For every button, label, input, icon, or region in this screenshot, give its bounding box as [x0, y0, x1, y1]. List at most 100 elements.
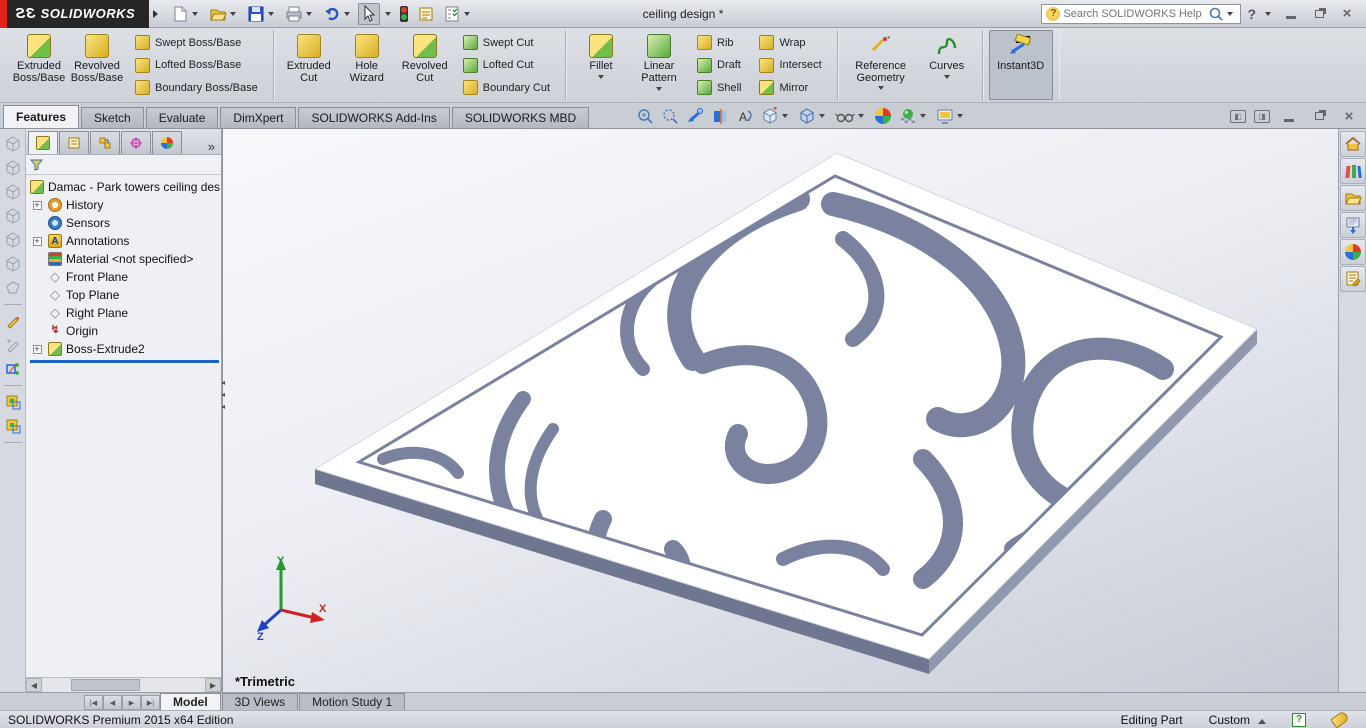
tree-item-right-plane[interactable]: Right Plane	[30, 304, 221, 322]
help-dropdown-caret[interactable]	[1265, 12, 1271, 16]
model-tab[interactable]: Model	[160, 693, 221, 710]
help-search-box[interactable]: ?	[1041, 4, 1241, 24]
tab-solidworks-mbd[interactable]: SOLIDWORKS MBD	[452, 107, 589, 128]
collapse-right-pane-icon[interactable]: ◨	[1254, 110, 1270, 123]
rib-button[interactable]: Rib	[692, 32, 746, 53]
previous-view-button[interactable]	[683, 106, 707, 126]
tree-item-boss-extrude2[interactable]: Boss-Extrude2	[30, 340, 221, 358]
hole-wizard-button[interactable]: Hole Wizard	[338, 30, 396, 100]
expand-icon[interactable]	[33, 345, 42, 354]
doc-restore-button[interactable]	[1308, 107, 1330, 125]
print-button[interactable]	[282, 3, 318, 25]
lofted-cut-button[interactable]: Lofted Cut	[458, 55, 555, 76]
shell-button[interactable]: Shell	[692, 77, 746, 98]
rebuild-button[interactable]	[396, 3, 412, 25]
units-selector[interactable]: Custom	[1209, 713, 1266, 727]
dropdown-caret[interactable]	[306, 12, 312, 16]
fillet-button[interactable]: Fillet	[572, 30, 630, 100]
view-cube-button-2[interactable]	[2, 157, 24, 179]
display-style-button[interactable]	[795, 106, 831, 126]
options-button[interactable]	[440, 3, 476, 25]
swept-cut-button[interactable]: Swept Cut	[458, 32, 555, 53]
appearances-scenes-button[interactable]	[1340, 239, 1366, 265]
previous-tab-button[interactable]: ◀	[103, 695, 122, 710]
toolbar-expand-arrow-icon[interactable]	[153, 10, 158, 18]
rollback-bar[interactable]	[30, 360, 219, 363]
revolved-boss-base-button[interactable]: Revolved Boss/Base	[68, 30, 126, 100]
search-input[interactable]	[1063, 8, 1208, 20]
zoom-to-area-button[interactable]	[658, 106, 682, 126]
view-settings-caret[interactable]	[957, 114, 963, 118]
convert-entities-button[interactable]	[2, 358, 24, 380]
tree-horizontal-scrollbar[interactable]: ◀ ▶	[26, 677, 221, 692]
tree-item-front-plane[interactable]: Front Plane	[30, 268, 221, 286]
configurationmanager-tab[interactable]	[90, 131, 120, 154]
dropdown-caret[interactable]	[344, 12, 350, 16]
tree-item-origin[interactable]: Origin	[30, 322, 221, 340]
expand-icon[interactable]	[33, 201, 42, 210]
boundary-cut-button[interactable]: Boundary Cut	[458, 77, 555, 98]
view-palette-button[interactable]	[1340, 212, 1366, 238]
doc-close-button[interactable]: ×	[1338, 107, 1360, 125]
revolved-cut-button[interactable]: Revolved Cut	[396, 30, 454, 100]
minimize-button[interactable]	[1280, 5, 1302, 23]
displaymanager-tab[interactable]	[152, 131, 182, 154]
sketch-button[interactable]	[2, 310, 24, 332]
tab-dimxpert[interactable]: DimXpert	[220, 107, 296, 128]
undo-button[interactable]	[320, 3, 356, 25]
tag-icon[interactable]	[1330, 710, 1349, 728]
boss-feature-button-2[interactable]	[2, 415, 24, 437]
zoom-to-fit-button[interactable]	[633, 106, 657, 126]
scroll-left-icon[interactable]: ◀	[26, 678, 42, 692]
help-button[interactable]: ?	[1247, 6, 1256, 22]
tab-evaluate[interactable]: Evaluate	[146, 107, 219, 128]
open-button[interactable]	[206, 3, 242, 25]
edit-appearance-button[interactable]	[871, 106, 895, 126]
file-properties-button[interactable]	[414, 3, 438, 25]
view-settings-button[interactable]	[933, 106, 969, 126]
featuremanager-tab[interactable]	[28, 131, 58, 154]
extruded-cut-button[interactable]: Extruded Cut	[280, 30, 338, 100]
boss-feature-button-1[interactable]	[2, 391, 24, 413]
first-tab-button[interactable]: |◀	[84, 695, 103, 710]
design-library-button[interactable]	[1340, 158, 1366, 184]
apply-scene-caret[interactable]	[920, 114, 926, 118]
boundary-boss-base-button[interactable]: Boundary Boss/Base	[130, 77, 263, 98]
view-cube-button-7[interactable]	[2, 277, 24, 299]
custom-properties-button[interactable]	[1340, 266, 1366, 292]
restore-button[interactable]	[1308, 5, 1330, 23]
linear-pattern-button[interactable]: Linear Pattern	[630, 30, 688, 100]
quick-tip-icon[interactable]: ?	[1292, 713, 1306, 727]
reference-geometry-button[interactable]: Reference Geometry	[844, 30, 918, 100]
view-cube-button-4[interactable]	[2, 205, 24, 227]
wrap-button[interactable]: Wrap	[754, 32, 826, 53]
more-tabs-button[interactable]: »	[208, 139, 215, 154]
home-button[interactable]	[1340, 131, 1366, 157]
new-document-button[interactable]	[168, 3, 204, 25]
tab-solidworks-add-ins[interactable]: SOLIDWORKS Add-Ins	[298, 107, 449, 128]
search-icon[interactable]	[1208, 6, 1224, 22]
curves-dropdown-caret[interactable]	[944, 75, 950, 79]
dropdown-caret[interactable]	[268, 12, 274, 16]
3d-drawing-view-button[interactable]: A	[733, 106, 757, 126]
tree-item-sensors[interactable]: Sensors	[30, 214, 221, 232]
tree-item-material[interactable]: Material <not specified>	[30, 250, 221, 268]
mirror-button[interactable]: Mirror	[754, 77, 826, 98]
last-tab-button[interactable]: ▶|	[141, 695, 160, 710]
ceiling-design-model[interactable]	[223, 129, 1338, 692]
tree-root[interactable]: Damac - Park towers ceiling des	[30, 178, 221, 196]
fillet-dropdown-caret[interactable]	[598, 75, 604, 79]
expand-icon[interactable]	[33, 237, 42, 246]
lofted-boss-base-button[interactable]: Lofted Boss/Base	[130, 55, 263, 76]
scroll-right-icon[interactable]: ▶	[205, 678, 221, 692]
hide-show-caret[interactable]	[858, 114, 864, 118]
tab-features[interactable]: Features	[3, 105, 79, 128]
motion-study-tab[interactable]: Motion Study 1	[299, 693, 405, 710]
select-tool-button[interactable]	[358, 3, 380, 25]
section-view-button[interactable]	[708, 106, 732, 126]
dropdown-caret[interactable]	[464, 12, 470, 16]
search-dropdown-caret[interactable]	[1227, 12, 1233, 16]
apply-scene-button[interactable]	[896, 106, 932, 126]
close-button[interactable]: ×	[1336, 5, 1358, 23]
swept-boss-base-button[interactable]: Swept Boss/Base	[130, 32, 263, 53]
